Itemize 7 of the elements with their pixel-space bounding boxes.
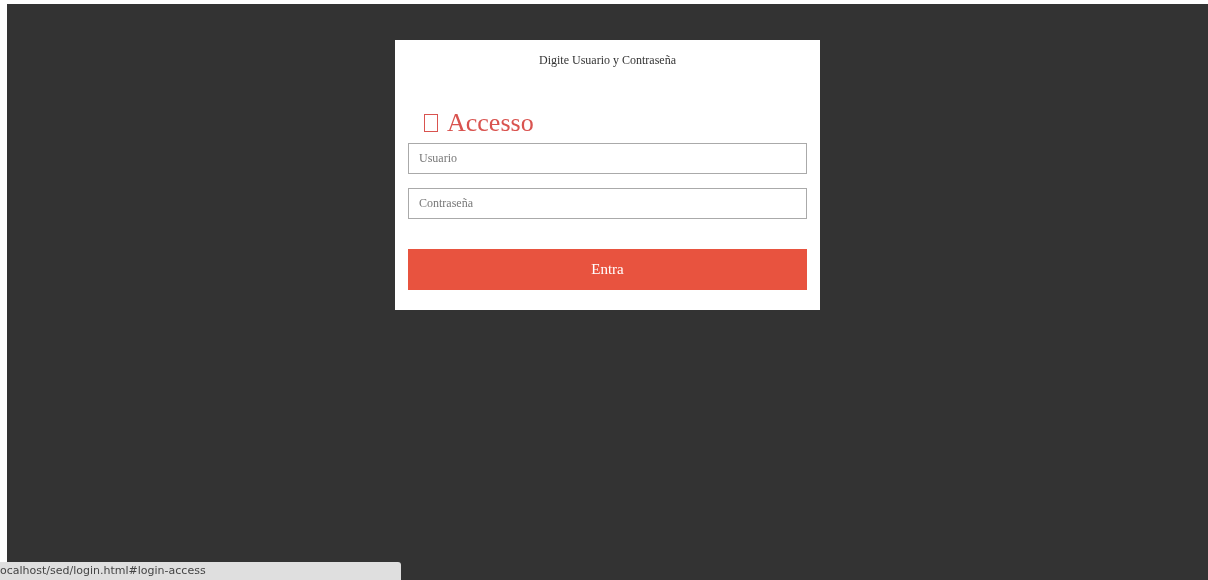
username-field[interactable]: Usuario <box>408 143 807 174</box>
status-bar-url: ocalhost/sed/login.html#login-access <box>0 562 401 580</box>
square-icon <box>424 114 438 132</box>
login-prompt: Digite Usuario y Contraseña <box>538 52 677 69</box>
login-heading: Accesso <box>447 110 534 136</box>
login-button[interactable]: Entra <box>408 249 807 290</box>
password-field[interactable]: Contraseña <box>408 188 807 219</box>
